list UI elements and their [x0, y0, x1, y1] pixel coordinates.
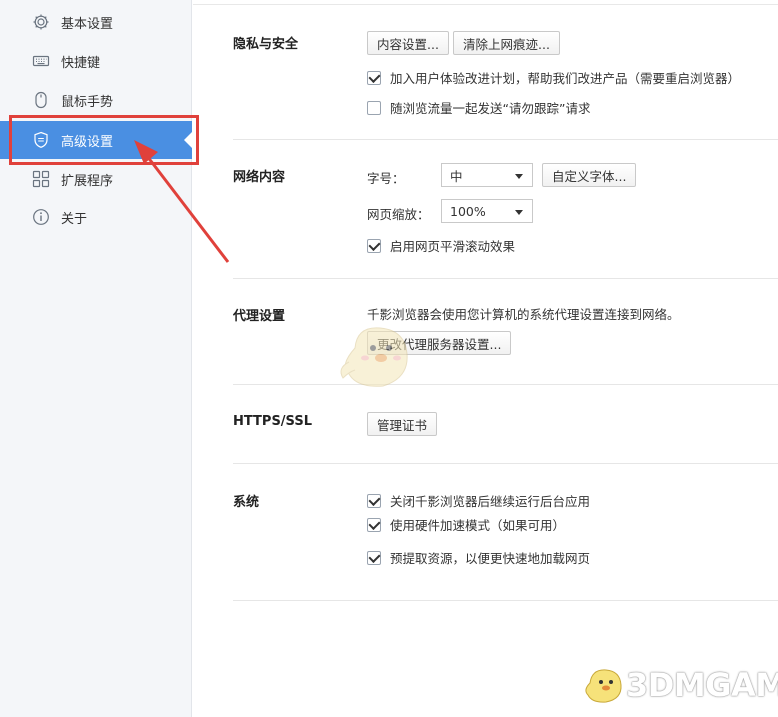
sidebar-item-label: 扩展程序 [61, 173, 114, 189]
mouse-icon [32, 91, 50, 109]
font-size-value: 中 [450, 168, 463, 184]
hardware-accel-option[interactable]: 使用硬件加速模式（如果可用） [367, 515, 565, 534]
sidebar-item-label: 快捷键 [61, 55, 101, 71]
do-not-track-label: 随浏览流量一起发送“请勿跟踪”请求 [390, 101, 591, 116]
chevron-down-icon [515, 210, 523, 215]
divider [233, 463, 778, 464]
watermark-text: 3DMGAME [626, 666, 778, 704]
smooth-scroll-label: 启用网页平滑滚动效果 [390, 239, 516, 254]
settings-panel: 隐私与安全 内容设置... 清除上网痕迹... 加入用户体验改进计划，帮助我们改… [193, 0, 778, 717]
zoom-label: 网页缩放： [367, 207, 430, 222]
sidebar-item-shortcuts[interactable]: 快捷键 [0, 42, 192, 80]
manage-certificates-button[interactable]: 管理证书 [367, 412, 438, 436]
keyboard-icon [32, 52, 50, 70]
background-run-label: 关闭千影浏览器后继续运行后台应用 [390, 494, 591, 509]
sidebar-item-label: 关于 [61, 211, 88, 227]
site-watermark: 3DMGAME [582, 665, 778, 705]
custom-font-button[interactable]: 自定义字体... [542, 163, 637, 187]
content-settings-button[interactable]: 内容设置... [367, 31, 449, 55]
divider [233, 278, 778, 279]
section-title-system: 系统 [233, 495, 260, 510]
prefetch-option[interactable]: 预提取资源，以便更快速地加载网页 [367, 548, 590, 567]
divider [233, 600, 778, 601]
gear-icon [32, 13, 50, 31]
sidebar-item-label: 基本设置 [61, 16, 114, 32]
smooth-scroll-checkbox[interactable] [367, 238, 381, 253]
join-experience-label: 加入用户体验改进计划，帮助我们改进产品（需要重启浏览器） [390, 71, 741, 86]
clear-traces-button[interactable]: 清除上网痕迹... [453, 31, 560, 55]
smooth-scroll-option[interactable]: 启用网页平滑滚动效果 [367, 236, 515, 255]
do-not-track-checkbox[interactable] [367, 100, 381, 115]
prefetch-checkbox[interactable] [367, 550, 381, 565]
do-not-track-option[interactable]: 随浏览流量一起发送“请勿跟踪”请求 [367, 98, 590, 117]
sidebar-item-label: 鼠标手势 [61, 94, 114, 110]
section-title-proxy: 代理设置 [233, 309, 286, 324]
mascot-watermark-icon [340, 327, 408, 387]
zoom-select[interactable]: 100% [441, 199, 533, 223]
font-size-label: 字号： [367, 171, 405, 186]
section-title-web-content: 网络内容 [233, 170, 286, 185]
info-icon [32, 208, 50, 226]
section-title-privacy: 隐私与安全 [233, 37, 299, 52]
section-title-https: HTTPS/SSL [233, 414, 312, 429]
prefetch-label: 预提取资源，以便更快速地加载网页 [390, 551, 591, 566]
zoom-value: 100% [450, 203, 486, 219]
hardware-accel-label: 使用硬件加速模式（如果可用） [390, 518, 566, 533]
font-size-select[interactable]: 中 [441, 163, 533, 187]
join-experience-checkbox[interactable] [367, 70, 381, 85]
chevron-down-icon [515, 174, 523, 179]
extensions-icon [32, 170, 50, 188]
background-run-checkbox[interactable] [367, 493, 381, 508]
sidebar-item-basic-settings[interactable]: 基本设置 [0, 3, 192, 41]
background-run-option[interactable]: 关闭千影浏览器后继续运行后台应用 [367, 491, 590, 510]
hardware-accel-checkbox[interactable] [367, 517, 381, 532]
sidebar-item-mouse-gestures[interactable]: 鼠标手势 [0, 81, 192, 119]
join-experience-option[interactable]: 加入用户体验改进计划，帮助我们改进产品（需要重启浏览器） [367, 68, 740, 87]
sidebar: 基本设置 快捷键 鼠标手势 高级设置 扩展程序 关于 [0, 0, 192, 717]
divider [233, 139, 778, 140]
mascot-logo-icon [585, 669, 622, 703]
divider [233, 384, 778, 385]
